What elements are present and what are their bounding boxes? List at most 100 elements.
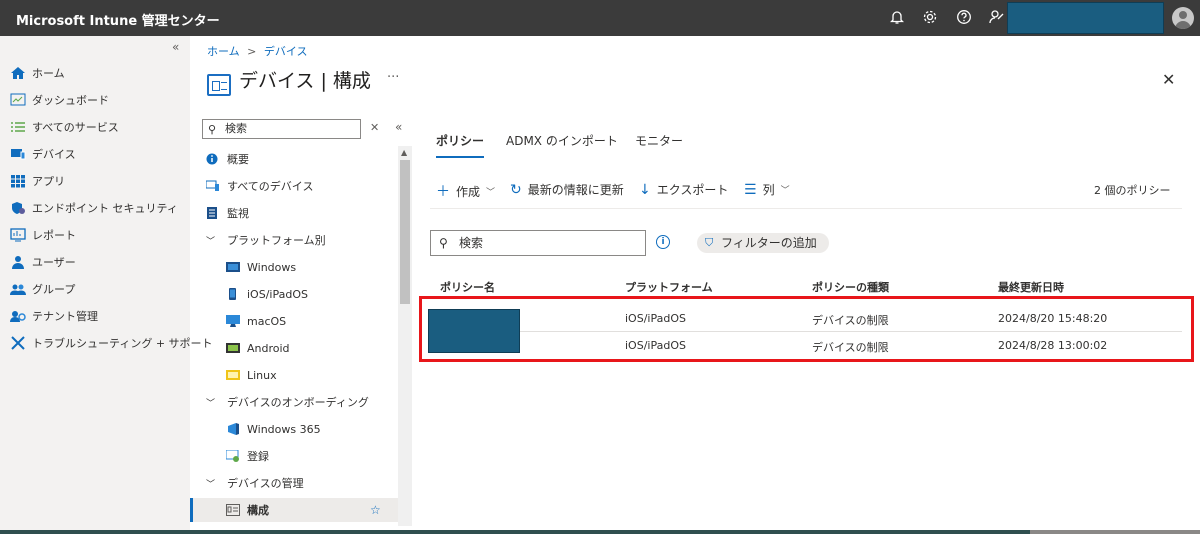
nav-item-all-services[interactable]: すべてのサービス [10, 117, 119, 137]
nav-item-label: エンドポイント セキュリティ [32, 202, 178, 215]
subnav-item-android[interactable]: Android [226, 338, 290, 358]
subnav-label: iOS/iPadOS [247, 287, 308, 301]
subnav-label: Linux [247, 368, 277, 382]
export-button[interactable]: ↓ エクスポート [639, 181, 728, 198]
nav-item-groups[interactable]: グループ [10, 279, 75, 299]
nav-item-home[interactable]: ホーム [10, 63, 65, 83]
subnav-item-windows[interactable]: Windows [226, 257, 296, 277]
subnav-label: すべてのデバイス [227, 180, 314, 193]
subnav-label: 監視 [227, 207, 249, 220]
nav-item-label: ホーム [32, 67, 65, 80]
tab-admx-import[interactable]: ADMX のインポート [506, 132, 618, 149]
tab-policies[interactable]: ポリシー [436, 132, 484, 149]
nav-item-troubleshooting[interactable]: トラブルシューティング + サポート [10, 333, 213, 353]
subnav-item-enrollment[interactable]: 登録 [225, 446, 269, 466]
nav-item-label: ダッシュボード [32, 94, 109, 107]
nav-item-endpoint-security[interactable]: エンドポイント セキュリティ [10, 198, 178, 218]
collapse-nav-icon[interactable]: « [172, 40, 179, 54]
policy-search-input[interactable]: ⚲ 検索 [430, 230, 646, 256]
collapse-subnav-icon[interactable]: « [395, 120, 402, 134]
list-icon [10, 120, 26, 134]
enrollment-icon [225, 449, 240, 462]
nav-item-label: アプリ [32, 175, 65, 188]
column-header-last-modified[interactable]: 最終更新日時 [998, 279, 1064, 295]
search-icon: ⚲ [439, 236, 448, 250]
page-title: デバイス | 構成 [239, 70, 371, 92]
subnav-item-overview[interactable]: 概要 [206, 149, 249, 169]
chevron-down-icon: ﹀ [486, 187, 496, 198]
refresh-label: 最新の情報に更新 [527, 183, 624, 197]
bell-icon[interactable] [888, 9, 906, 27]
nav-item-users[interactable]: ユーザー [10, 252, 76, 272]
help-icon[interactable] [955, 9, 973, 27]
subnav-search-input[interactable]: ⚲ 検索 [202, 119, 361, 139]
subnav-group-device-management[interactable]: ﹀ デバイスの管理 [206, 473, 304, 493]
avatar[interactable] [1172, 7, 1194, 29]
scroll-up-icon[interactable]: ▲ [401, 148, 407, 157]
linux-icon [226, 369, 240, 381]
subnav-group-by-platform[interactable]: ﹀ プラットフォーム別 [206, 230, 326, 250]
active-tab-indicator [436, 156, 484, 158]
column-header-platform[interactable]: プラットフォーム [625, 279, 713, 295]
subnav-scrollbar[interactable]: ▲ [398, 146, 412, 526]
column-header-policy-type[interactable]: ポリシーの種類 [812, 279, 889, 295]
nav-item-devices[interactable]: デバイス [10, 144, 76, 164]
breadcrumb-devices[interactable]: デバイス [264, 45, 308, 58]
subnav-item-monitor[interactable]: 監視 [206, 203, 249, 223]
bottom-scrollbar[interactable] [0, 530, 1200, 534]
subnav-item-macos[interactable]: macOS [226, 311, 286, 331]
nav-item-apps[interactable]: アプリ [10, 171, 65, 191]
subnav-item-all-devices[interactable]: すべてのデバイス [205, 176, 314, 196]
subnav-item-windows-365[interactable]: Windows 365 [226, 419, 321, 439]
top-bar: Microsoft Intune 管理センター [0, 0, 1200, 36]
subnav-item-linux[interactable]: Linux [226, 365, 277, 385]
search-icon: ⚲ [208, 123, 217, 136]
tab-monitor[interactable]: モニター [635, 132, 683, 149]
columns-button[interactable]: ☰ 列 ﹀ [744, 181, 790, 198]
feedback-icon[interactable] [988, 9, 1006, 27]
macos-icon [226, 315, 240, 327]
subnav-group-onboarding[interactable]: ﹀ デバイスのオンボーディング [206, 392, 369, 412]
subnav-label: macOS [247, 314, 287, 328]
scrollbar-thumb[interactable] [1030, 530, 1200, 534]
create-button[interactable]: ＋ 作成 ﹀ [436, 181, 495, 201]
more-options-icon[interactable]: ··· [387, 70, 399, 85]
policy-count: 2 個のポリシー [1094, 184, 1171, 197]
close-icon[interactable]: ✕ [1162, 70, 1175, 89]
download-icon: ↓ [639, 181, 651, 198]
columns-label: 列 [762, 183, 775, 197]
android-icon [226, 342, 240, 354]
account-name-redacted[interactable] [1007, 2, 1164, 34]
info-icon[interactable]: i [656, 235, 670, 249]
add-filter-button[interactable]: ⛉ フィルターの追加 [697, 233, 829, 253]
nav-item-dashboard[interactable]: ダッシュボード [10, 90, 109, 110]
column-header-policy-name[interactable]: ポリシー名 [440, 279, 495, 295]
configuration-icon [226, 504, 240, 516]
nav-item-tenant-admin[interactable]: テナント管理 [10, 306, 98, 326]
refresh-button[interactable]: ↻ 最新の情報に更新 [510, 181, 624, 198]
app-title[interactable]: Microsoft Intune 管理センター [16, 10, 220, 29]
nav-item-reports[interactable]: レポート [10, 225, 76, 245]
subnav-label: 登録 [247, 450, 269, 463]
devices-icon [10, 147, 26, 161]
subnav-label: Windows [247, 260, 297, 274]
gear-icon[interactable] [921, 9, 939, 27]
tenant-icon [10, 309, 26, 323]
clear-search-icon[interactable]: ✕ [370, 121, 379, 134]
subnav-search-placeholder: 検索 [225, 122, 247, 135]
chevron-down-icon: ﹀ [206, 236, 216, 247]
policy-search-placeholder: 検索 [459, 236, 484, 250]
columns-icon: ☰ [744, 181, 757, 198]
windows-icon [226, 261, 240, 273]
group-icon [10, 282, 26, 296]
nav-item-label: レポート [32, 229, 76, 242]
subnav-item-configuration[interactable]: 構成 [226, 500, 269, 520]
breadcrumb: ホーム > デバイス [207, 43, 308, 59]
chevron-down-icon: ﹀ [206, 398, 216, 409]
subnav-item-ios[interactable]: iOS/iPadOS [226, 284, 308, 304]
breadcrumb-home[interactable]: ホーム [207, 45, 240, 58]
subnav-label: 概要 [227, 153, 249, 166]
add-filter-label: フィルターの追加 [721, 236, 817, 250]
favorite-star-icon[interactable]: ☆ [370, 503, 381, 517]
scrollbar-thumb[interactable] [400, 160, 410, 304]
